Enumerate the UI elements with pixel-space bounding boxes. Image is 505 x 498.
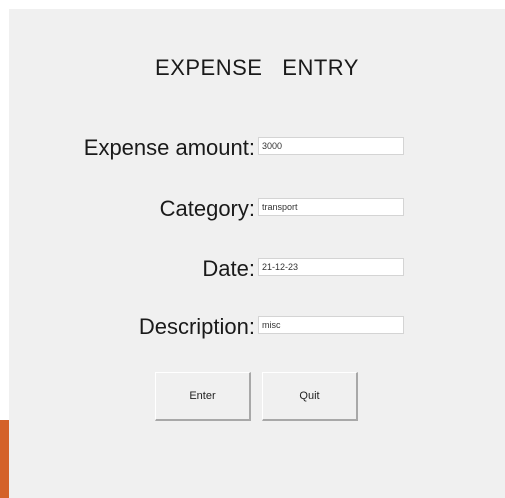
form-title: EXPENSE ENTRY [155, 55, 359, 80]
quit-button[interactable]: Quit [262, 372, 358, 421]
expense-amount-label: Expense amount: [83, 135, 255, 160]
description-row: Description: [9, 312, 505, 342]
expense-entry-window: EXPENSE ENTRY Expense amount: Category: … [9, 9, 505, 498]
expense-amount-input[interactable] [258, 137, 404, 155]
date-label: Date: [202, 256, 255, 281]
category-row: Category: [9, 194, 505, 224]
date-input[interactable] [258, 258, 404, 276]
accent-bar [0, 420, 9, 498]
enter-button[interactable]: Enter [155, 372, 251, 421]
category-label: Category: [159, 196, 255, 221]
category-input[interactable] [258, 198, 404, 216]
date-row: Date: [9, 254, 505, 284]
description-input[interactable] [258, 316, 404, 334]
expense-amount-row: Expense amount: [9, 133, 505, 163]
description-label: Description: [138, 314, 255, 339]
